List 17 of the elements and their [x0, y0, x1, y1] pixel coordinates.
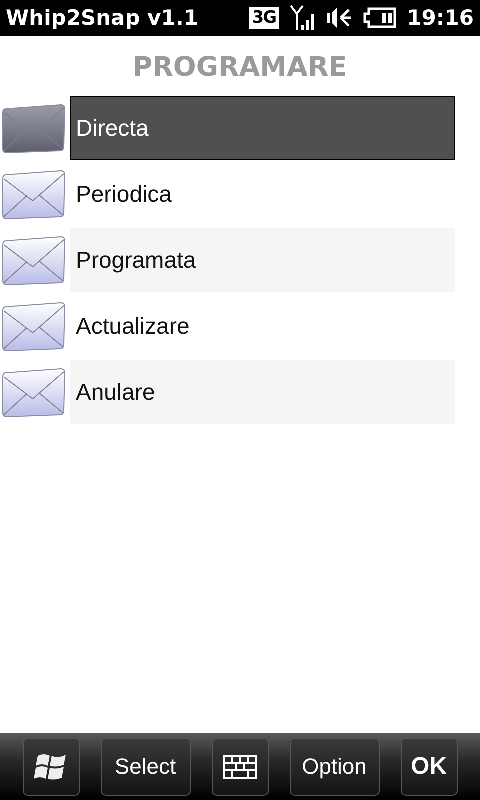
list-item[interactable]: Anulare	[70, 360, 455, 424]
keyboard-icon	[223, 754, 257, 778]
battery-icon	[363, 7, 398, 29]
list-item[interactable]: Periodica	[70, 162, 455, 226]
network-indicator: 3G	[249, 7, 280, 29]
softkey-button[interactable]: Select	[100, 738, 190, 796]
list-item[interactable]: Actualizare	[70, 294, 455, 358]
signal-icon	[289, 4, 316, 32]
keyboard-button[interactable]	[212, 738, 268, 796]
ok-button[interactable]: OK	[400, 738, 458, 796]
start-button[interactable]	[22, 738, 80, 796]
screen-title: PROGRAMARE	[132, 51, 348, 85]
list-item[interactable]: Directa	[70, 96, 455, 160]
list-item[interactable]: Programata	[70, 228, 455, 292]
app-title: Whip2Snap v1.1	[6, 6, 198, 30]
clock: 19:16	[407, 6, 474, 30]
softkey-button[interactable]: Option	[290, 738, 380, 796]
